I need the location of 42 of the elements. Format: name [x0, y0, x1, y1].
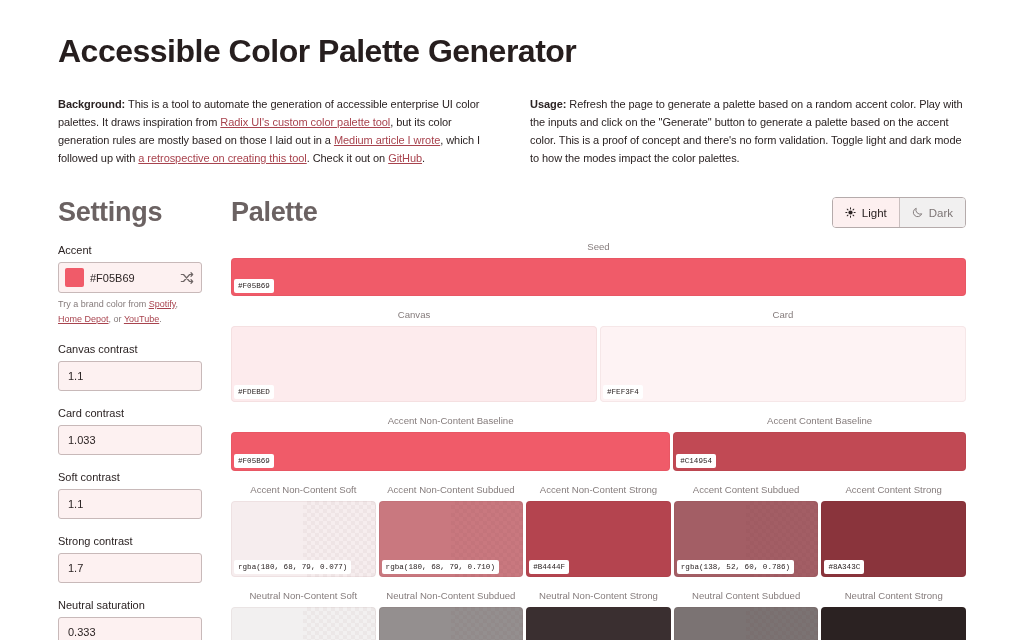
page-title: Accessible Color Palette Generator: [58, 32, 578, 71]
text-link[interactable]: Spotify: [148, 299, 176, 309]
mode-button[interactable]: Light: [832, 198, 899, 227]
moon-icon: [911, 207, 923, 218]
swatch-title: Canvas: [397, 309, 431, 321]
color-field[interactable]: #F05B69: [58, 262, 202, 293]
swatch-title: Accent Non-Content Baseline: [387, 415, 514, 427]
field-label: Canvas contrast: [58, 342, 138, 357]
swatch-title: Accent Content Baseline: [767, 415, 873, 427]
shuffle-icon: [180, 270, 194, 285]
field-label: Accent: [58, 243, 92, 258]
field-label: Neutral saturation: [58, 598, 145, 613]
swatch-title: Card: [772, 309, 794, 321]
hint-text: Try a brand color from Spotify, Home Depot, or YouTube.: [58, 298, 180, 326]
text-link[interactable]: a retrospective on creating this tool: [138, 152, 307, 164]
swatch-title: Accent Content Strong: [845, 484, 942, 496]
input-field[interactable]: 1.1: [58, 489, 202, 519]
shuffle-button[interactable]: [179, 269, 195, 286]
field-label: Soft contrast: [58, 470, 120, 485]
swatch-title: Neutral Non-Content Soft: [249, 590, 358, 602]
section-heading: Settings: [58, 197, 164, 228]
swatch-title: Accent Non-Content Subdued: [387, 484, 515, 496]
swatch-title: Accent Content Subdued: [692, 484, 800, 496]
mode-button[interactable]: Dark: [898, 198, 965, 227]
input-field[interactable]: 1.7: [58, 553, 202, 583]
section-heading: Palette: [231, 197, 318, 228]
input-field[interactable]: 0.333: [58, 617, 202, 640]
input-field[interactable]: 1.1: [58, 361, 202, 391]
swatch-title: Neutral Content Strong: [844, 590, 943, 602]
swatch-title: Accent Non-Content Soft: [250, 484, 357, 496]
sun-icon: [844, 207, 856, 218]
swatch-title: Neutral Content Subdued: [691, 590, 801, 602]
field-label: Card contrast: [58, 406, 125, 421]
swatch-title: Accent Non-Content Strong: [539, 484, 658, 496]
intro-paragraph: Background: This is a tool to automate the generation of accessible enterprise UI color palettes. It draws inspiration from Radix UI's custom color palette tool, but its color generation rules are mostly based on those I laid out in a Medium article I wrote, which I followed up with a retrospective on creating this tool. Check it out on GitHub.: [58, 97, 481, 166]
intro-paragraph: Usage: Refresh the page to generate a palette based on a random accent color. Play with the inputs and click on the "Generate" button to generate a palette based on the accent color. This is a proof of concept and there's no form validation. Toggle light and dark mode to how the modes impact the color palettes.: [530, 97, 964, 166]
swatch-title: Neutral Non-Content Subdued: [386, 590, 516, 602]
text-link[interactable]: Home Depot: [58, 314, 109, 324]
field-label: Strong contrast: [58, 534, 133, 549]
swatch-title: Seed: [587, 241, 610, 253]
input-field[interactable]: 1.033: [58, 425, 202, 455]
swatch-title: Neutral Non-Content Strong: [539, 590, 658, 602]
